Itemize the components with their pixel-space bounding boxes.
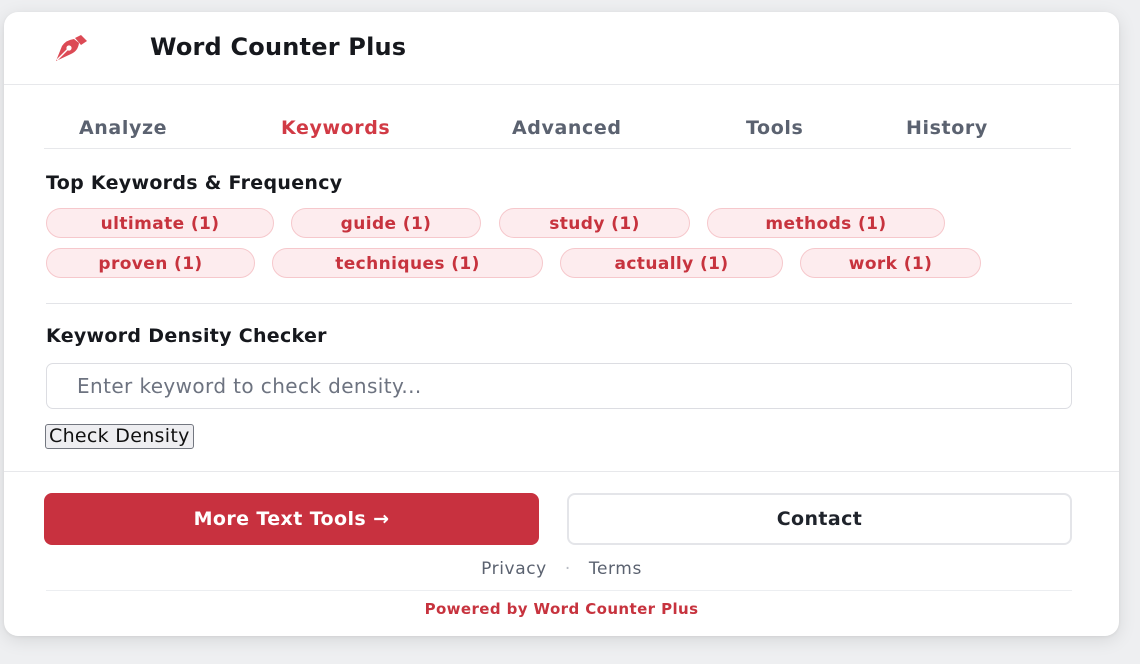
keyword-chip[interactable]: ultimate (1) [46, 208, 274, 238]
keyword-chip[interactable]: proven (1) [46, 248, 255, 278]
keyword-chip[interactable]: work (1) [800, 248, 981, 278]
word-counter-panel: Word Counter Plus Analyze Keywords Advan… [4, 12, 1119, 636]
tab-keywords[interactable]: Keywords [281, 117, 390, 139]
keyword-density-input[interactable] [46, 363, 1072, 409]
privacy-link[interactable]: Privacy [481, 559, 547, 579]
keyword-chip[interactable]: actually (1) [560, 248, 783, 278]
app-title: Word Counter Plus [150, 33, 407, 61]
header: Word Counter Plus [4, 12, 1119, 85]
keyword-chip[interactable]: techniques (1) [272, 248, 543, 278]
tab-analyze[interactable]: Analyze [79, 117, 167, 139]
keyword-chip[interactable]: methods (1) [707, 208, 945, 238]
density-section-title: Keyword Density Checker [46, 325, 327, 347]
powered-divider [46, 590, 1072, 591]
footer-divider [4, 471, 1119, 472]
footer-links: Privacy · Terms [4, 559, 1119, 579]
powered-by-text: Powered by Word Counter Plus [424, 600, 699, 618]
tab-bar: Analyze Keywords Advanced Tools History [44, 112, 1071, 149]
keywords-section-title: Top Keywords & Frequency [46, 172, 343, 194]
tab-tools[interactable]: Tools [746, 117, 803, 139]
more-text-tools-button[interactable]: More Text Tools → [44, 493, 539, 545]
tab-history[interactable]: History [906, 117, 988, 139]
contact-button[interactable]: Contact [567, 493, 1072, 545]
keyword-chip[interactable]: study (1) [499, 208, 690, 238]
keyword-chip[interactable]: guide (1) [291, 208, 481, 238]
terms-link[interactable]: Terms [589, 559, 642, 579]
link-separator: · [564, 559, 571, 579]
pen-nib-icon [54, 34, 88, 64]
tab-advanced[interactable]: Advanced [512, 117, 622, 139]
check-density-button[interactable]: Check Density [45, 424, 194, 449]
section-divider [46, 303, 1072, 304]
